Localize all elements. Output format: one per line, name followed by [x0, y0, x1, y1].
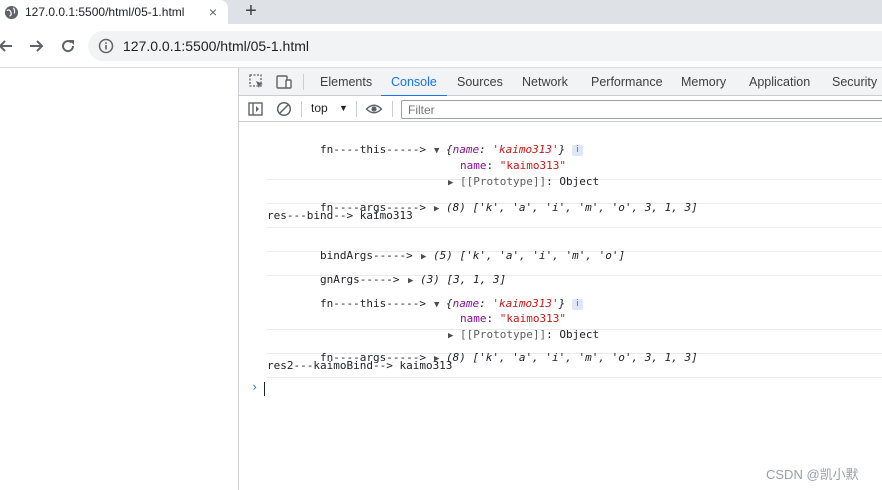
page-viewport — [0, 68, 238, 490]
close-tab-icon[interactable]: × — [205, 4, 221, 20]
tab-performance[interactable]: Performance — [591, 68, 663, 96]
console-input-caret[interactable] — [264, 382, 265, 396]
console-message: fn----args-----> ▶ (8) ['k', 'a', 'i', '… — [267, 180, 882, 214]
tab-title: 127.0.0.1:5500/html/05-1.html — [25, 5, 185, 19]
tab-memory[interactable]: Memory — [681, 68, 726, 96]
url-text[interactable]: 127.0.0.1:5500/html/05-1.html — [123, 38, 309, 54]
console-message: fn----this-----> ▼ {name: 'kaimo313'} i … — [267, 122, 882, 188]
toolbar-divider — [303, 74, 304, 90]
reload-icon[interactable] — [58, 36, 78, 56]
console-message: gnArgs-----> ▶ (3) [3, 1, 3] — [267, 252, 882, 286]
devtools-panel: Elements Console Sources Network Perform… — [238, 68, 882, 490]
eye-icon[interactable] — [365, 100, 383, 118]
toolbar-divider — [301, 101, 302, 117]
watermark: CSDN @凯小默 — [766, 467, 859, 482]
console-message: res---bind--> kaimo313 — [267, 204, 882, 228]
tab-sources[interactable]: Sources — [457, 68, 503, 96]
tab-network[interactable]: Network — [522, 68, 568, 96]
new-tab-button[interactable]: + — [240, 1, 262, 23]
sidebar-toggle-icon[interactable] — [247, 100, 265, 118]
chevron-down-icon[interactable]: ▼ — [339, 103, 348, 113]
context-selector[interactable]: top — [311, 101, 328, 115]
info-badge-icon[interactable]: i — [571, 145, 583, 156]
back-arrow-icon[interactable] — [0, 36, 16, 56]
forward-arrow-icon[interactable] — [26, 36, 46, 56]
console-message: fn----args-----> ▶ (8) ['k', 'a', 'i', '… — [267, 330, 882, 364]
device-toolbar-icon[interactable] — [275, 73, 293, 91]
inspect-element-icon[interactable] — [248, 73, 266, 91]
console-message: res2---kaimoBind--> kaimo313 — [267, 354, 882, 378]
devtools-tab-bar: Elements Console Sources Network Perform… — [239, 68, 882, 97]
log-text: res2---kaimoBind--> kaimo313 — [267, 359, 453, 372]
clear-console-icon[interactable] — [275, 100, 293, 118]
toolbar-divider — [356, 101, 357, 117]
log-text: res---bind--> kaimo313 — [267, 209, 413, 222]
site-info-icon[interactable] — [98, 38, 114, 54]
tab-security[interactable]: Security — [832, 68, 877, 96]
browser-tab[interactable]: 127.0.0.1:5500/html/05-1.html × — [0, 0, 228, 24]
tab-elements[interactable]: Elements — [320, 68, 372, 96]
console-message: fn----this-----> ▼ {name: 'kaimo313'} i … — [267, 276, 882, 341]
info-badge-icon[interactable]: i — [571, 299, 583, 310]
tab-application[interactable]: Application — [749, 68, 810, 96]
console-message: bindArgs-----> ▶ (5) ['k', 'a', 'i', 'm'… — [267, 228, 882, 262]
tab-console[interactable]: Console — [381, 68, 447, 97]
tab-strip: 127.0.0.1:5500/html/05-1.html × + — [0, 0, 882, 24]
browser-toolbar: 127.0.0.1:5500/html/05-1.html — [0, 24, 882, 68]
toolbar-divider — [392, 101, 393, 117]
console-toolbar: top ▼ — [239, 96, 882, 122]
console-prompt-icon: › — [251, 380, 259, 394]
address-bar[interactable]: 127.0.0.1:5500/html/05-1.html — [88, 31, 882, 61]
filter-input[interactable] — [401, 100, 882, 119]
globe-icon — [4, 5, 19, 19]
